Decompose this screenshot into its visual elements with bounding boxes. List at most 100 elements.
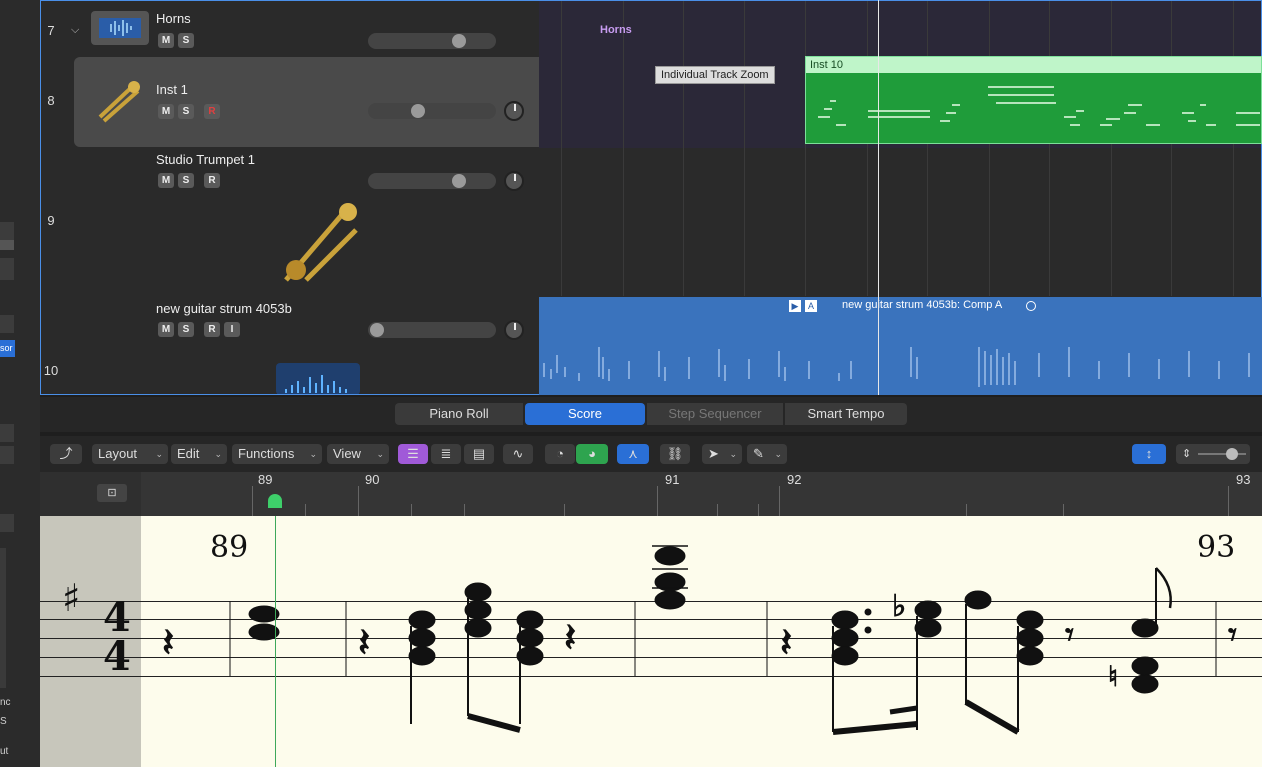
up-arrow-icon[interactable]: ⤴	[50, 444, 82, 464]
functions-menu[interactable]: Functions ⌄	[232, 444, 322, 464]
tab-score[interactable]: Score	[525, 403, 645, 425]
pan-knob[interactable]	[504, 101, 524, 121]
linear-view-icon[interactable]: ☰	[398, 444, 428, 464]
solo-button[interactable]: S	[178, 33, 194, 48]
track-number: 9	[47, 213, 55, 228]
audio-region-comp-a[interactable]: ▶ A new guitar strum 4053b: Comp A	[539, 297, 1262, 395]
mute-button[interactable]: M	[158, 173, 174, 188]
inspector-control[interactable]	[0, 315, 14, 333]
edit-menu[interactable]: Edit ⌄	[171, 444, 227, 464]
page-view-icon[interactable]: ≣	[431, 444, 461, 464]
circle-icon	[1026, 301, 1036, 311]
svg-text:𝄽: 𝄽	[162, 620, 174, 666]
bar-ruler[interactable]: ⊡ 89 90 91 92 93	[40, 472, 1262, 516]
chevron-down-icon: ⌄	[376, 449, 384, 459]
track-number: 10	[43, 363, 59, 378]
zoom-track	[1198, 453, 1246, 455]
track-number: 7	[47, 23, 55, 38]
record-enable-button[interactable]: R	[204, 173, 220, 188]
disclosure-chevron-icon[interactable]: ⌵	[71, 24, 79, 37]
ruler-area[interactable]	[141, 472, 1262, 516]
tab-step-sequencer[interactable]: Step Sequencer	[647, 403, 783, 425]
bar-number: 91	[665, 472, 680, 487]
editor-tabs: Piano Roll Score Step Sequencer Smart Te…	[40, 397, 1262, 432]
score-notation: 𝄽 𝄽 𝄽 𝄽 𝄾 𝄾 ♭ ♮	[162, 545, 1238, 735]
midi-notes	[818, 86, 1260, 126]
view-menu[interactable]: View ⌄	[327, 444, 389, 464]
catch-icon[interactable]: ⋏	[617, 444, 649, 464]
audio-track-waveform-icon	[276, 363, 360, 394]
chevron-down-icon: ⌄	[155, 449, 163, 459]
track-icon-waveform-icon	[91, 11, 149, 45]
inspector-control[interactable]	[0, 222, 14, 240]
audio-region-label: new guitar strum 4053b: Comp A	[842, 299, 1003, 311]
inspector-panel: sor nc S ut	[0, 0, 40, 767]
track-name[interactable]: Horns	[156, 11, 191, 26]
track-header-studio-trumpet[interactable]: Studio Trumpet 1 M S R	[61, 148, 539, 296]
score-playhead[interactable]	[275, 516, 276, 767]
zoom-thumb[interactable]	[1226, 448, 1238, 460]
inspector-control[interactable]	[0, 240, 14, 250]
catch-region-icon[interactable]: ⊡	[97, 484, 127, 502]
playhead-marker[interactable]	[268, 494, 282, 508]
pencil-tool-icon[interactable]: ✎ ⌄	[747, 444, 787, 464]
bar-number: 89	[258, 472, 273, 487]
chevron-down-icon: ⌄	[309, 449, 317, 459]
inspector-label: nc	[0, 697, 11, 708]
midi-out-icon[interactable]: ◕	[576, 444, 608, 464]
track-name[interactable]: Studio Trumpet 1	[156, 152, 255, 167]
playhead-line[interactable]	[878, 0, 879, 395]
mute-button[interactable]: M	[158, 33, 174, 48]
score-toolbar: ⤴ Layout ⌄ Edit ⌄ Functions ⌄ View ⌄ ☰ ≣ ▤ ∿…	[40, 436, 1262, 472]
curve-icon[interactable]: ∿	[503, 444, 533, 464]
svg-text:𝄽: 𝄽	[780, 620, 792, 666]
mute-button[interactable]: M	[158, 104, 174, 119]
chevron-down-icon: ⌄	[774, 449, 782, 459]
link-icon[interactable]: ⛓	[660, 444, 690, 464]
volume-slider[interactable]	[368, 173, 496, 189]
inspector-control[interactable]	[0, 424, 14, 442]
chevron-down-icon: ⌄	[214, 449, 222, 459]
midi-region-inst10[interactable]: Inst 10	[805, 56, 1262, 144]
vertical-zoom-icon[interactable]: ↕	[1132, 444, 1166, 464]
horn-section-icon	[276, 200, 360, 284]
track-zoom-tooltip: Individual Track Zoom	[655, 66, 775, 84]
print-view-icon[interactable]: ▤	[464, 444, 494, 464]
track-header-inst1[interactable]: Inst 1 M S R	[74, 57, 539, 147]
pan-knob[interactable]	[504, 320, 524, 340]
inspector-control[interactable]	[0, 258, 14, 280]
track-header-guitar-strum[interactable]: new guitar strum 4053b M S R I	[61, 297, 539, 394]
tab-piano-roll[interactable]: Piano Roll	[395, 403, 523, 425]
horns-region-label: Horns	[600, 24, 632, 36]
inspector-selected-field[interactable]: sor	[0, 340, 15, 357]
take-badge[interactable]: A	[805, 300, 817, 312]
layout-menu[interactable]: Layout ⌄	[92, 444, 168, 464]
record-enable-button[interactable]: R	[204, 322, 220, 337]
volume-slider[interactable]	[368, 33, 496, 49]
inspector-control[interactable]	[0, 514, 14, 532]
mute-button[interactable]: M	[158, 322, 174, 337]
zoom-icon: ⇕	[1182, 448, 1192, 460]
score-editor[interactable]: 89 93 4 4 ♯ 𝄽 𝄽 𝄽 𝄽 𝄾 𝄾 ♭ ♮	[40, 516, 1262, 767]
track-name[interactable]: Inst 1	[156, 82, 188, 97]
solo-button[interactable]: S	[178, 322, 194, 337]
input-monitor-button[interactable]: I	[224, 322, 240, 337]
inspector-control[interactable]	[0, 446, 14, 464]
record-enable-button[interactable]: R	[204, 104, 220, 119]
play-badge[interactable]: ▶	[789, 300, 801, 312]
menu-label: View	[333, 446, 361, 461]
solo-button[interactable]: S	[178, 104, 194, 119]
pointer-tool-icon[interactable]: ➤ ⌄	[702, 444, 742, 464]
midi-in-icon[interactable]: ◔	[545, 444, 575, 464]
pan-knob[interactable]	[504, 171, 524, 191]
track-header-horns[interactable]: ⌵ Horns M S	[61, 6, 539, 56]
track-number: 8	[47, 93, 55, 108]
region-name: Inst 10	[806, 57, 1261, 73]
menu-label: Edit	[177, 446, 200, 461]
solo-button[interactable]: S	[178, 173, 194, 188]
volume-slider[interactable]	[368, 103, 496, 119]
tab-smart-tempo[interactable]: Smart Tempo	[785, 403, 907, 425]
zoom-slider[interactable]: ⇕	[1176, 444, 1250, 464]
track-name[interactable]: new guitar strum 4053b	[156, 301, 292, 316]
volume-slider[interactable]	[368, 322, 496, 338]
